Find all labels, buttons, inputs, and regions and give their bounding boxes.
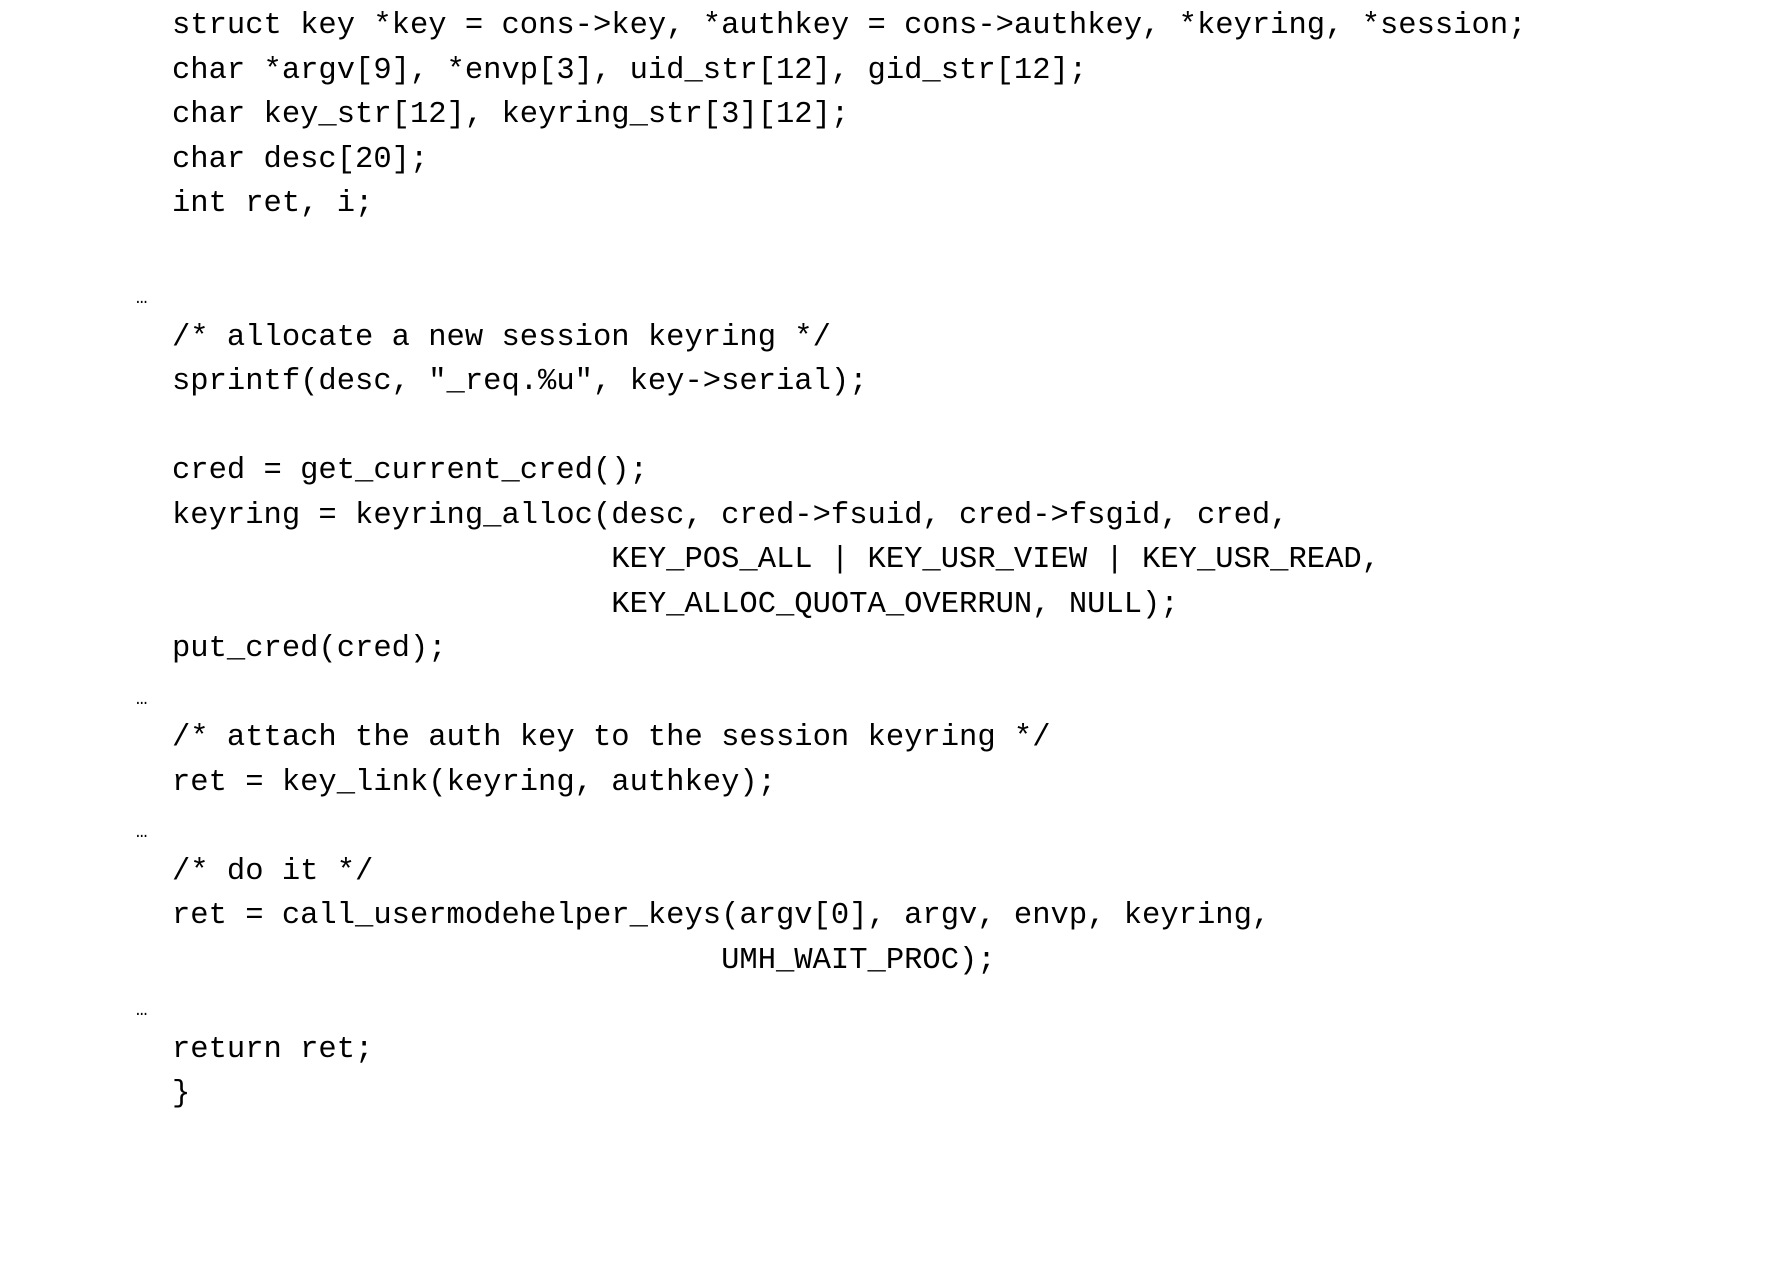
code-ellipsis-marker: … [136, 271, 1785, 316]
code-block: struct key *key = cons->key, *authkey = … [136, 4, 1785, 1117]
code-line: ret = key_link(keyring, authkey); [172, 765, 776, 800]
code-ellipsis-marker: … [136, 805, 1785, 850]
code-line: KEY_POS_ALL | KEY_USR_VIEW | KEY_USR_REA… [172, 543, 1380, 577]
code-line: char *argv[9], *envp[3], uid_str[12], gi… [172, 53, 1088, 88]
code-ellipsis-marker: … [136, 672, 1785, 717]
code-line: /* attach the auth key to the session ke… [172, 721, 1051, 755]
code-listing-page: struct key *key = cons->key, *authkey = … [0, 0, 1785, 1269]
code-line: return ret; [172, 1032, 374, 1067]
code-line: sprintf(desc, "_req.%u", key->serial); [172, 365, 868, 399]
code-line: char key_str[12], keyring_str[3][12]; [172, 98, 850, 132]
ellipsis-glyph: … [136, 999, 149, 1021]
code-line: } [172, 1077, 191, 1111]
code-line: /* allocate a new session keyring */ [172, 320, 831, 355]
code-line: ret = call_usermodehelper_keys(argv[0], … [172, 899, 1271, 933]
code-line: UMH_WAIT_PROC); [172, 943, 996, 978]
code-line: KEY_ALLOC_QUOTA_OVERRUN, NULL); [172, 587, 1179, 622]
code-line: put_cred(cred); [172, 632, 447, 666]
ellipsis-glyph: … [136, 821, 149, 843]
code-line: int ret, i; [172, 187, 374, 221]
code-line: char desc[20]; [172, 142, 429, 177]
code-line: keyring = keyring_alloc(desc, cred->fsui… [172, 498, 1289, 533]
code-line: cred = get_current_cred(); [172, 454, 648, 488]
code-ellipsis-marker: … [136, 983, 1785, 1028]
code-line: struct key *key = cons->key, *authkey = … [172, 9, 1527, 43]
code-line: /* do it */ [172, 854, 374, 889]
ellipsis-glyph: … [136, 287, 149, 309]
ellipsis-glyph: … [136, 687, 149, 710]
